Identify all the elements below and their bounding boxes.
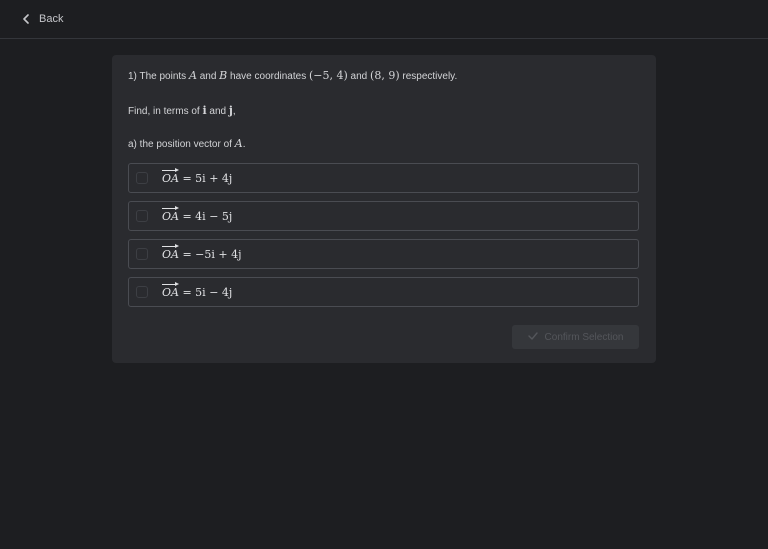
answer-option[interactable]: OA = 4i − 5j bbox=[128, 201, 639, 231]
coordinate-b: (8, 9) bbox=[370, 69, 400, 82]
option-text: OA = 4i − 5j bbox=[162, 205, 233, 223]
question-text: . bbox=[242, 139, 246, 150]
question-part-a: a) the position vector of A. bbox=[128, 137, 640, 152]
option-expression: = 4i − 5j bbox=[178, 209, 233, 223]
question-text: respectively. bbox=[399, 71, 458, 82]
confirm-selection-button[interactable]: Confirm Selection bbox=[512, 325, 639, 349]
confirm-label: Confirm Selection bbox=[544, 331, 624, 343]
answer-option[interactable]: OA = −5i + 4j bbox=[128, 239, 639, 269]
point-a: A bbox=[234, 137, 243, 150]
coordinate-a: (−5, 4) bbox=[308, 69, 348, 82]
back-button[interactable]: Back bbox=[22, 13, 63, 25]
point-a: A bbox=[188, 69, 197, 82]
question-text: have coordinates bbox=[227, 71, 309, 82]
question-text: 1) The points bbox=[128, 71, 189, 82]
question-text: Find, in terms of bbox=[128, 106, 203, 117]
option-expression: = 5i − 4j bbox=[178, 285, 233, 299]
question-text: a) the position vector of bbox=[128, 139, 235, 150]
question-line-2: Find, in terms of i and j, bbox=[128, 104, 640, 119]
option-text: OA = −5i + 4j bbox=[162, 243, 242, 261]
question-card: 1) The points A and B have coordinates (… bbox=[112, 55, 656, 363]
checkbox[interactable] bbox=[136, 286, 148, 298]
vector-oa: OA bbox=[162, 281, 179, 299]
chevron-left-icon bbox=[22, 14, 30, 24]
option-text: OA = 5i − 4j bbox=[162, 281, 233, 299]
question-text: and bbox=[206, 106, 229, 117]
question-line-1: 1) The points A and B have coordinates (… bbox=[128, 69, 640, 84]
check-icon bbox=[527, 331, 538, 343]
question-text: and bbox=[196, 71, 220, 82]
question-text: and bbox=[347, 71, 371, 82]
checkbox[interactable] bbox=[136, 248, 148, 260]
checkbox[interactable] bbox=[136, 210, 148, 222]
answer-option[interactable]: OA = 5i + 4j bbox=[128, 163, 639, 193]
checkbox[interactable] bbox=[136, 172, 148, 184]
back-label: Back bbox=[39, 13, 64, 25]
top-bar: Back bbox=[0, 0, 768, 39]
answer-options: OA = 5i + 4j OA = 4i − 5j OA = −5i + 4j … bbox=[128, 163, 640, 307]
question-text: , bbox=[232, 106, 236, 117]
answer-option[interactable]: OA = 5i − 4j bbox=[128, 277, 639, 307]
option-expression: = 5i + 4j bbox=[178, 171, 233, 185]
vector-oa: OA bbox=[162, 205, 179, 223]
vector-oa: OA bbox=[162, 167, 179, 185]
vector-oa: OA bbox=[162, 243, 179, 261]
option-text: OA = 5i + 4j bbox=[162, 167, 233, 185]
option-expression: = −5i + 4j bbox=[178, 247, 242, 261]
